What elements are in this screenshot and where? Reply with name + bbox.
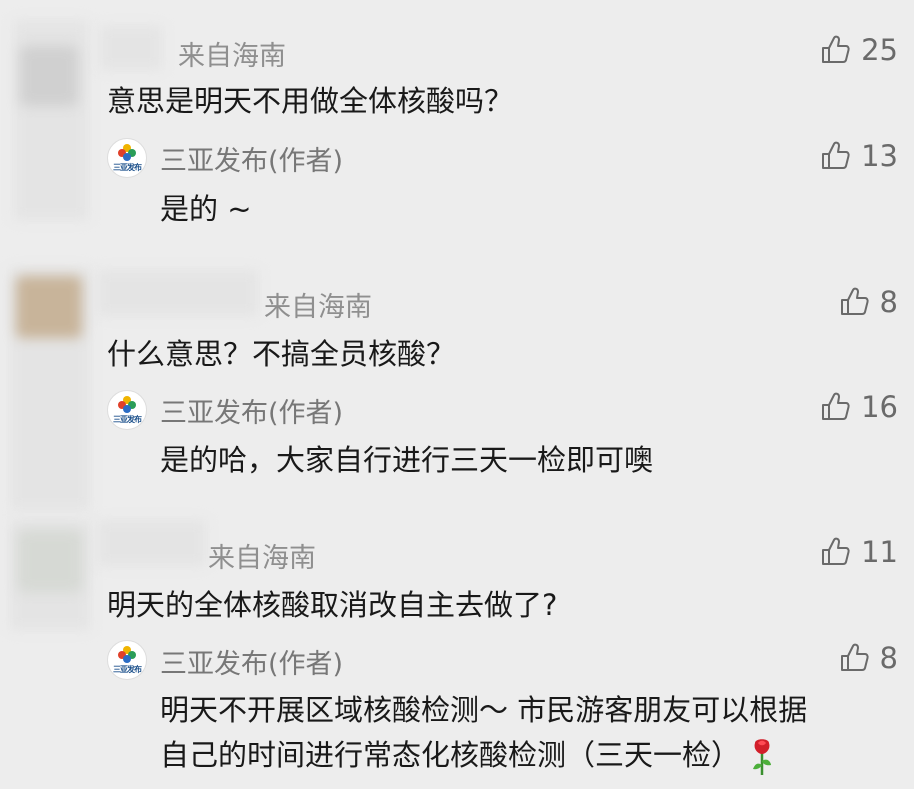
author-avatar[interactable]: 三亚发布 <box>107 640 147 680</box>
rose-emoji-icon <box>753 739 772 775</box>
avatar[interactable] <box>16 276 82 338</box>
thumbs-up-icon <box>838 286 870 318</box>
sanya-logo-icon <box>118 646 136 663</box>
reply-text-line-1: 明天不开展区域核酸检测～ 市民游客朋友可以根据 <box>160 693 808 727</box>
like-button[interactable]: 25 <box>819 33 898 67</box>
like-button[interactable]: 8 <box>838 285 898 319</box>
reply-text: 是的哈，大家自行进行三天一检即可噢 <box>160 443 654 477</box>
author-avatar[interactable]: 三亚发布 <box>107 138 147 178</box>
sanya-logo-icon <box>118 144 136 161</box>
comment-text: 什么意思？不搞全员核酸？ <box>107 337 456 371</box>
reply-like-button[interactable]: 16 <box>819 390 898 424</box>
reply-text-line-2: 自己的时间进行常态化核酸检测（三天一检） <box>160 732 775 777</box>
comment-origin: 来自海南 <box>208 543 316 574</box>
like-count: 11 <box>861 535 898 569</box>
reply-like-button[interactable]: 8 <box>838 641 898 675</box>
thumbs-up-icon <box>819 391 851 423</box>
like-button[interactable]: 11 <box>819 535 898 569</box>
avatar[interactable] <box>20 46 78 106</box>
reply-text: 是的 ~ <box>160 192 252 226</box>
like-count: 16 <box>861 390 898 424</box>
reply-like-button[interactable]: 13 <box>819 139 898 173</box>
username-blurred[interactable] <box>98 520 206 566</box>
like-count: 25 <box>861 33 898 67</box>
like-count: 8 <box>879 285 898 319</box>
comment-origin: 来自海南 <box>178 41 286 72</box>
author-name[interactable]: 三亚发布(作者) <box>160 391 343 430</box>
thumbs-up-icon <box>819 536 851 568</box>
author-avatar[interactable]: 三亚发布 <box>107 390 147 430</box>
comment-text: 意思是明天不用做全体核酸吗？ <box>107 84 514 118</box>
comment-origin: 来自海南 <box>264 292 372 323</box>
sanya-logo-icon <box>118 396 136 413</box>
author-name[interactable]: 三亚发布(作者) <box>160 139 343 178</box>
thumbs-up-icon <box>819 34 851 66</box>
like-count: 8 <box>879 641 898 675</box>
thumbs-up-icon <box>838 642 870 674</box>
author-name[interactable]: 三亚发布(作者) <box>160 642 343 681</box>
like-count: 13 <box>861 139 898 173</box>
comment-text: 明天的全体核酸取消改自主去做了? <box>107 588 558 622</box>
avatar[interactable] <box>18 530 82 592</box>
thumbs-up-icon <box>819 140 851 172</box>
username-blurred[interactable] <box>98 270 258 316</box>
username-blurred[interactable] <box>100 26 162 70</box>
